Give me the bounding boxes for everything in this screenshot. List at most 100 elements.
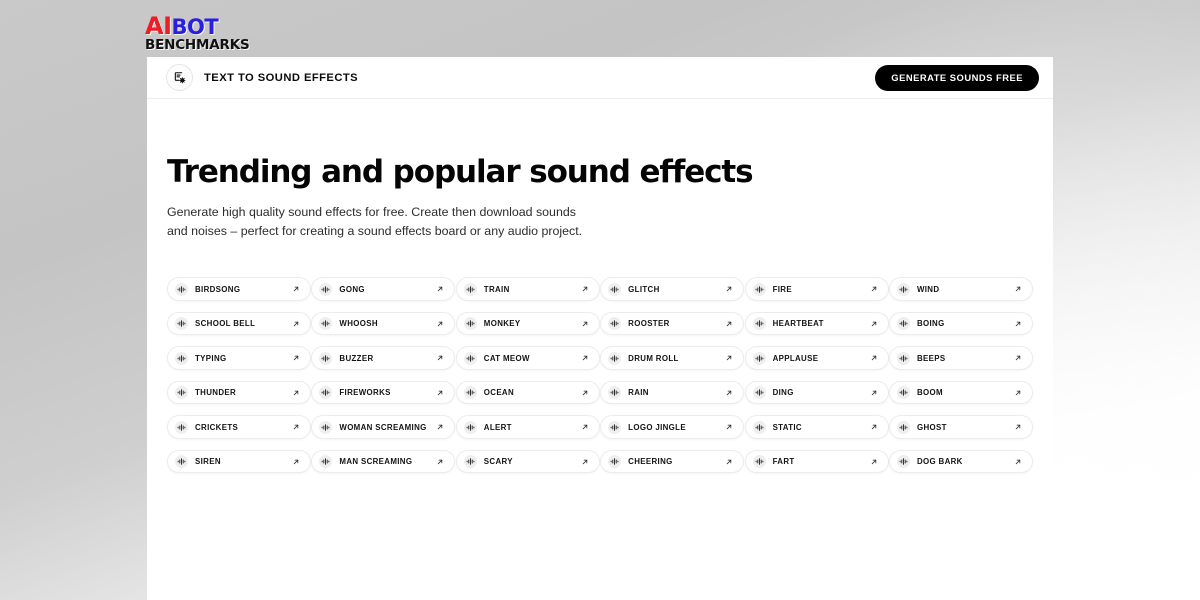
audio-waveform-icon <box>463 386 477 400</box>
arrow-up-right-icon <box>1013 284 1023 294</box>
audio-waveform-icon <box>608 351 622 365</box>
audio-waveform-icon <box>752 351 766 365</box>
sound-effect-label: BIRDSONG <box>195 284 241 294</box>
sound-effect-pill[interactable]: BEEPS <box>888 346 1033 370</box>
sound-effect-pill[interactable]: WOMAN SCREAMING <box>311 415 456 439</box>
site-logo[interactable]: AIBOT BENCHMARKS <box>145 14 255 53</box>
sound-effect-pill[interactable]: SCARY <box>455 449 600 474</box>
sound-effect-pill[interactable]: ROOSTER <box>600 311 745 336</box>
sound-effect-pill[interactable]: GHOST <box>888 415 1033 439</box>
arrow-up-right-icon <box>435 422 445 432</box>
arrow-up-right-icon <box>435 284 445 294</box>
sound-effect-pill[interactable]: WIND <box>888 277 1033 301</box>
page-subtitle: Generate high quality sound effects for … <box>167 205 583 239</box>
arrow-up-right-icon <box>580 457 590 467</box>
arrow-up-right-icon <box>869 319 879 329</box>
sound-effect-pill[interactable]: GONG <box>311 277 456 301</box>
sound-effect-pill[interactable]: CRICKETS <box>167 415 311 439</box>
sound-effect-label: APPLAUSE <box>772 353 819 363</box>
audio-waveform-icon <box>175 351 188 365</box>
sound-effect-label: BUZZER <box>339 353 374 363</box>
audio-waveform-icon <box>463 282 477 296</box>
sound-effect-label: DRUM ROLL <box>628 353 679 363</box>
sound-effect-label: TYPING <box>195 353 227 363</box>
logo-benchmarks-text: BENCHMARKS <box>145 37 250 53</box>
sound-effect-label: STATIC <box>772 422 802 432</box>
sound-effect-pill[interactable]: TRAIN <box>455 277 600 301</box>
sound-effect-pill[interactable]: GLITCH <box>600 277 745 301</box>
sound-effect-pill[interactable]: DRUM ROLL <box>600 346 745 370</box>
sound-effect-pill[interactable]: HEARTBEAT <box>744 311 889 336</box>
sound-effect-label: BEEPS <box>916 353 946 363</box>
sound-effect-pill[interactable]: DOG BARK <box>888 449 1033 474</box>
audio-waveform-icon <box>752 420 766 434</box>
sound-effect-pill[interactable]: SIREN <box>167 449 311 474</box>
sound-effect-label: LOGO JINGLE <box>628 422 686 432</box>
sound-effect-pill[interactable]: STATIC <box>744 415 889 439</box>
sound-effect-pill[interactable]: FIRE <box>744 277 889 301</box>
arrow-up-right-icon <box>580 353 590 363</box>
app-body: Trending and popular sound effects Gener… <box>147 99 1053 474</box>
sound-effect-pill[interactable]: CHEERING <box>600 449 745 474</box>
sound-effect-label: DING <box>772 388 794 398</box>
sound-effect-pill[interactable]: OCEAN <box>455 380 600 405</box>
sound-effect-pill[interactable]: CAT MEOW <box>455 346 600 370</box>
audio-waveform-icon <box>896 420 910 434</box>
sound-effect-pill[interactable]: DING <box>744 380 889 405</box>
header-left-group: TEXT TO SOUND EFFECTS <box>166 64 358 91</box>
audio-waveform-icon <box>463 317 477 331</box>
app-header: TEXT TO SOUND EFFECTS GENERATE SOUNDS FR… <box>147 57 1053 99</box>
sound-effect-label: WOMAN SCREAMING <box>339 422 427 432</box>
sound-effect-label: CAT MEOW <box>483 353 530 363</box>
audio-waveform-icon <box>752 455 766 469</box>
sound-effect-pill[interactable]: WHOOSH <box>311 311 456 336</box>
arrow-up-right-icon <box>869 388 879 398</box>
text-to-sound-settings-icon <box>166 64 193 91</box>
arrow-up-right-icon <box>724 457 734 467</box>
sound-effect-pill[interactable]: RAIN <box>600 380 745 405</box>
arrow-up-right-icon <box>869 457 879 467</box>
arrow-up-right-icon <box>724 353 734 363</box>
sound-effect-pill[interactable]: SCHOOL BELL <box>167 311 311 336</box>
sound-effect-pill[interactable]: ALERT <box>455 415 600 439</box>
audio-waveform-icon <box>608 455 622 469</box>
audio-waveform-icon <box>608 420 622 434</box>
audio-waveform-icon <box>175 282 188 296</box>
sound-effect-pill[interactable]: LOGO JINGLE <box>600 415 745 439</box>
audio-waveform-icon <box>319 282 333 296</box>
arrow-up-right-icon <box>1013 388 1023 398</box>
sound-effect-pill[interactable]: APPLAUSE <box>744 346 889 370</box>
audio-waveform-icon <box>896 317 910 331</box>
audio-waveform-icon <box>319 317 333 331</box>
app-card: TEXT TO SOUND EFFECTS GENERATE SOUNDS FR… <box>147 57 1053 600</box>
sound-effect-label: CRICKETS <box>195 422 239 432</box>
sound-effect-pill[interactable]: BUZZER <box>311 346 456 370</box>
sound-effect-pill[interactable]: BOOM <box>888 380 1033 405</box>
sound-effect-pill[interactable]: TYPING <box>167 346 311 370</box>
sound-effect-label: GHOST <box>916 422 947 432</box>
audio-waveform-icon <box>463 351 477 365</box>
sound-effect-label: WIND <box>916 284 940 294</box>
sound-effect-pill[interactable]: BIRDSONG <box>167 277 311 301</box>
audio-waveform-icon <box>752 282 766 296</box>
sound-effect-pill[interactable]: BOING <box>888 311 1033 336</box>
arrow-up-right-icon <box>1013 353 1023 363</box>
sound-effect-pill[interactable]: FART <box>744 449 889 474</box>
arrow-up-right-icon <box>435 319 445 329</box>
sound-effect-label: TRAIN <box>483 284 510 294</box>
arrow-up-right-icon <box>291 353 301 363</box>
sound-effect-label: SIREN <box>195 457 221 467</box>
sound-effect-label: HEARTBEAT <box>772 319 824 329</box>
arrow-up-right-icon <box>869 422 879 432</box>
audio-waveform-icon <box>752 317 766 331</box>
arrow-up-right-icon <box>291 457 301 467</box>
sound-effect-pill[interactable]: FIREWORKS <box>311 380 456 405</box>
generate-sounds-free-button[interactable]: GENERATE SOUNDS FREE <box>875 64 1039 91</box>
sound-effect-label: WHOOSH <box>339 319 378 329</box>
arrow-up-right-icon <box>724 319 734 329</box>
arrow-up-right-icon <box>435 457 445 467</box>
sound-effect-pill[interactable]: MAN SCREAMING <box>311 449 456 474</box>
sound-effect-pill[interactable]: MONKEY <box>455 311 600 336</box>
sound-effect-pill[interactable]: THUNDER <box>167 380 311 405</box>
sound-effect-label: BOING <box>916 319 945 329</box>
